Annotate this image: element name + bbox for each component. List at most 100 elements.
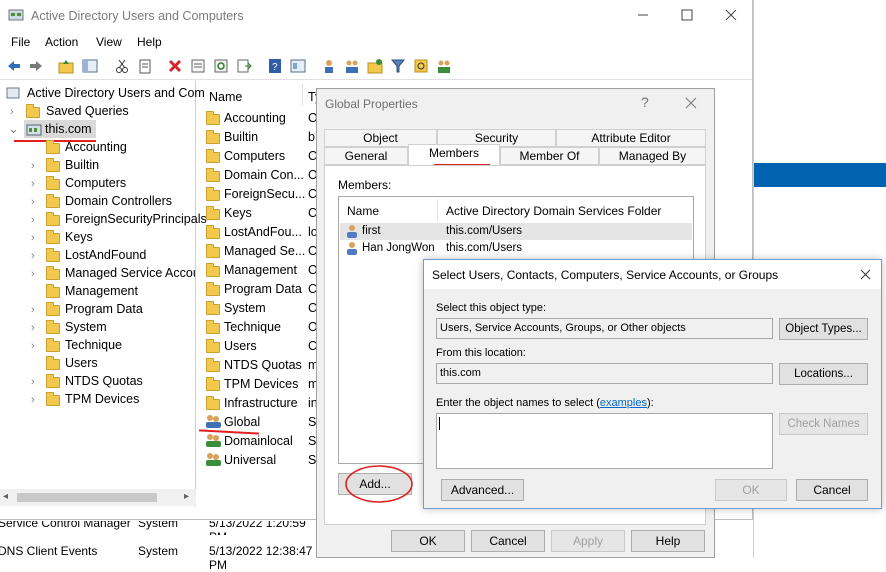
tree-item-managed-service-accounts[interactable]: Managed Service Accour xyxy=(65,266,195,280)
tree-item-tpm-devices[interactable]: TPM Devices xyxy=(65,392,139,406)
list-item-name[interactable]: Global xyxy=(224,415,260,429)
list-item-name[interactable]: NTDS Quotas xyxy=(224,358,302,372)
col-header-folder[interactable]: Active Directory Domain Services Folder xyxy=(446,204,661,218)
list-header-name[interactable]: Name xyxy=(209,90,242,104)
event-row[interactable]: DNS Client Events System 5/13/2022 12:38… xyxy=(0,544,320,572)
chevron-right-icon[interactable]: › xyxy=(31,232,35,244)
list-item-name[interactable]: Management xyxy=(224,263,297,277)
new-user-icon[interactable] xyxy=(321,58,337,74)
check-names-button[interactable]: Check Names xyxy=(779,413,868,435)
maximize-button[interactable] xyxy=(665,0,709,30)
chevron-right-icon[interactable]: › xyxy=(31,178,35,190)
tab-attribute-editor[interactable]: Attribute Editor xyxy=(556,129,706,147)
examples-link[interactable]: examples xyxy=(600,397,647,409)
minimize-button[interactable] xyxy=(621,0,665,30)
tab-member-of[interactable]: Member Of xyxy=(500,147,599,165)
chevron-right-icon[interactable]: › xyxy=(31,196,35,208)
list-item-name[interactable]: System xyxy=(224,301,266,315)
chevron-right-icon[interactable]: › xyxy=(31,322,35,334)
chevron-right-icon[interactable]: › xyxy=(31,304,35,316)
chevron-right-icon[interactable]: › xyxy=(31,268,35,280)
tree-item-accounting[interactable]: Accounting xyxy=(65,140,127,154)
list-item-name[interactable]: ForeignSecu... xyxy=(224,187,305,201)
tree-item-system[interactable]: System xyxy=(65,320,107,334)
new-ou-icon[interactable] xyxy=(367,58,383,74)
tree-item-program-data[interactable]: Program Data xyxy=(65,302,143,316)
chevron-down-icon[interactable]: ⌄ xyxy=(8,121,19,137)
tree-item-ntds-quotas[interactable]: NTDS Quotas xyxy=(65,374,143,388)
show-hide-tree-icon[interactable] xyxy=(82,58,98,74)
list-item-name[interactable]: Builtin xyxy=(224,130,258,144)
cancel-button[interactable]: Cancel xyxy=(796,479,868,501)
up-folder-icon[interactable] xyxy=(58,58,74,74)
close-icon[interactable] xyxy=(860,269,871,280)
list-item-name[interactable]: Technique xyxy=(224,320,281,334)
list-item-name[interactable]: Keys xyxy=(224,206,252,220)
menu-view[interactable]: View xyxy=(96,35,122,49)
ok-button[interactable]: OK xyxy=(715,479,787,501)
list-item-name[interactable]: Users xyxy=(224,339,257,353)
list-item-name[interactable]: TPM Devices xyxy=(224,377,298,391)
tab-members[interactable]: Members xyxy=(408,144,500,166)
tree-item-computers[interactable]: Computers xyxy=(65,176,126,190)
close-button[interactable] xyxy=(709,0,753,30)
tree-item-domain-controllers[interactable]: Domain Controllers xyxy=(65,194,172,208)
chevron-right-icon[interactable]: › xyxy=(31,340,35,352)
list-item-name[interactable]: Infrastructure xyxy=(224,396,298,410)
tree-item-technique[interactable]: Technique xyxy=(65,338,122,352)
list-item-name[interactable]: Program Data xyxy=(224,282,302,296)
advanced-button[interactable]: Advanced... xyxy=(441,479,524,501)
chevron-right-icon[interactable]: › xyxy=(31,160,35,172)
tree-horizontal-scrollbar[interactable]: ◂ ▸ xyxy=(0,489,196,506)
scroll-left-icon[interactable]: ◂ xyxy=(3,491,8,502)
list-item-name[interactable]: Domain Con... xyxy=(224,168,304,182)
scroll-right-icon[interactable]: ▸ xyxy=(184,491,189,502)
properties-icon[interactable] xyxy=(190,58,206,74)
object-names-input[interactable] xyxy=(436,413,773,469)
apply-button[interactable]: Apply xyxy=(551,530,625,552)
tab-managed-by[interactable]: Managed By xyxy=(599,147,706,165)
tree-item-domain[interactable]: this.com xyxy=(45,122,92,136)
cut-icon[interactable] xyxy=(114,58,130,74)
forward-arrow-icon[interactable] xyxy=(28,58,44,74)
tree-item-saved-queries[interactable]: Saved Queries xyxy=(46,104,129,118)
list-item-name[interactable]: Domainlocal xyxy=(224,434,293,448)
back-arrow-icon[interactable] xyxy=(6,58,22,74)
console-view-icon[interactable] xyxy=(290,58,306,74)
list-item-name[interactable]: Computers xyxy=(224,149,285,163)
locations-button[interactable]: Locations... xyxy=(779,363,868,385)
member-name[interactable]: Han JongWon xyxy=(362,242,435,254)
tree-item-builtin[interactable]: Builtin xyxy=(65,158,99,172)
filter-icon[interactable] xyxy=(390,58,406,74)
menu-action[interactable]: Action xyxy=(45,35,78,49)
list-item-name[interactable]: Universal xyxy=(224,453,276,467)
tree-item-management[interactable]: Management xyxy=(65,284,138,298)
event-row[interactable]: Service Control Manager System 5/13/2022… xyxy=(0,521,320,535)
add-to-group-icon[interactable] xyxy=(436,58,452,74)
tree-item-lost-and-found[interactable]: LostAndFound xyxy=(65,248,146,262)
help-button[interactable]: Help xyxy=(631,530,705,552)
find-icon[interactable] xyxy=(413,58,429,74)
list-item-name[interactable]: Managed Se... xyxy=(224,244,305,258)
delete-icon[interactable] xyxy=(167,58,183,74)
list-item-name[interactable]: LostAndFou... xyxy=(224,225,302,239)
menu-help[interactable]: Help xyxy=(137,35,162,49)
cancel-button[interactable]: Cancel xyxy=(471,530,545,552)
ok-button[interactable]: OK xyxy=(391,530,465,552)
copy-icon[interactable] xyxy=(137,58,153,74)
col-header-name[interactable]: Name xyxy=(347,204,379,218)
chevron-right-icon[interactable]: › xyxy=(31,250,35,262)
chevron-right-icon[interactable]: › xyxy=(31,214,35,226)
close-icon[interactable] xyxy=(685,97,697,109)
tree-item-users[interactable]: Users xyxy=(65,356,98,370)
help-icon[interactable]: ? xyxy=(267,58,283,74)
list-item-name[interactable]: Accounting xyxy=(224,111,286,125)
tree-item-foreign-security-principals[interactable]: ForeignSecurityPrincipals xyxy=(65,212,207,226)
menu-file[interactable]: File xyxy=(11,35,30,49)
scroll-thumb[interactable] xyxy=(17,493,157,502)
tab-general[interactable]: General xyxy=(324,147,408,165)
chevron-right-icon[interactable]: › xyxy=(10,106,14,118)
tree-root[interactable]: Active Directory Users and Com xyxy=(27,86,205,100)
object-types-button[interactable]: Object Types... xyxy=(779,318,868,340)
new-group-icon[interactable] xyxy=(344,58,360,74)
